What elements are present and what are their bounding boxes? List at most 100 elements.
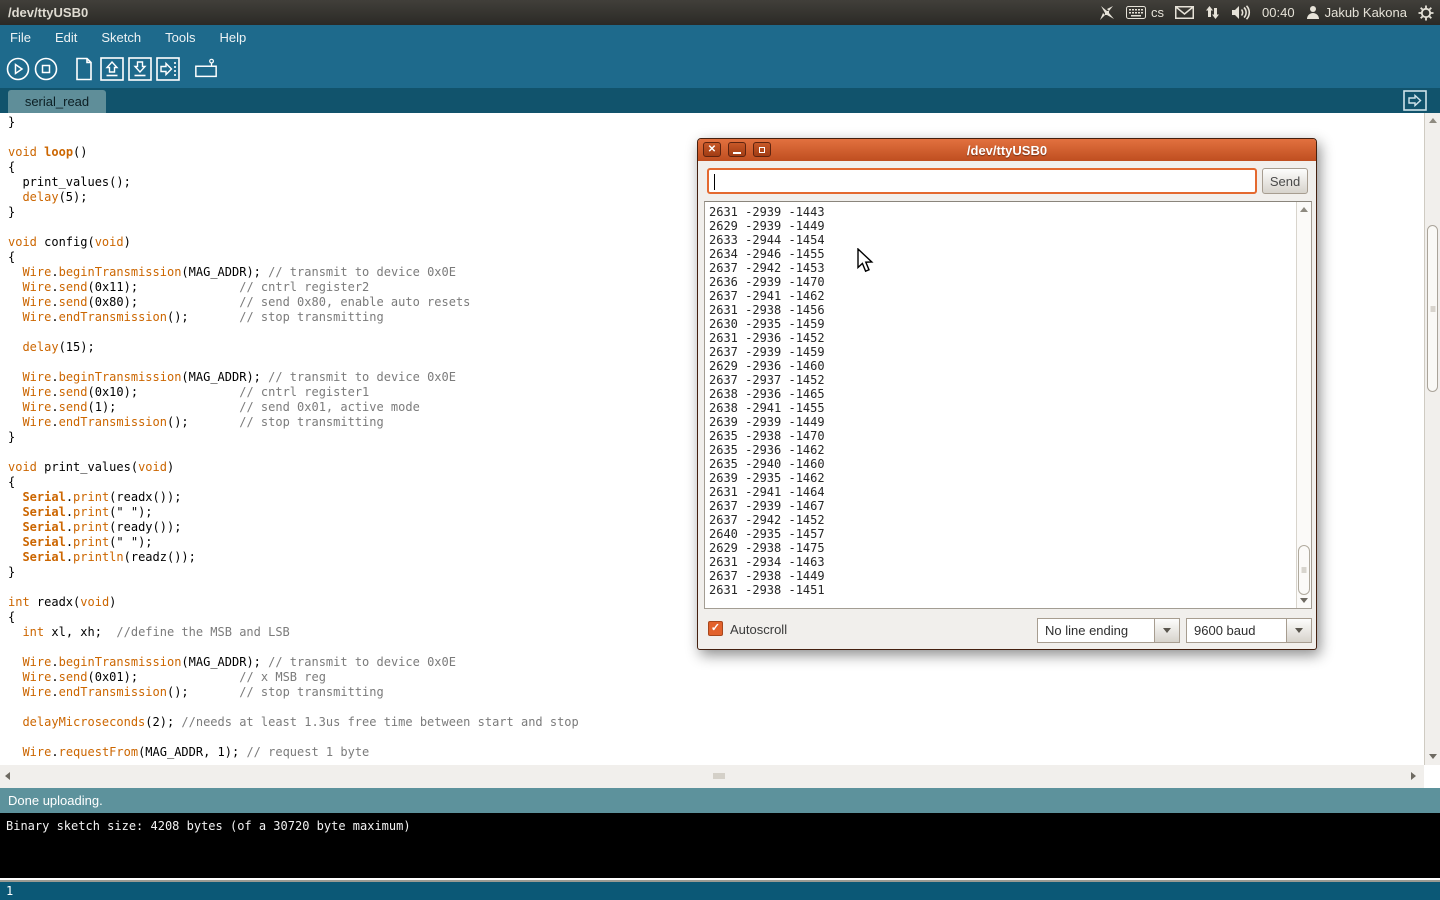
serial-data-row: 2636 -2939 -1470 [709,275,1311,289]
line-ending-dropdown[interactable]: No line ending [1037,618,1180,643]
serial-output-area[interactable]: 2631 -2939 -14432629 -2939 -14492633 -29… [704,201,1312,609]
serial-data-row: 2629 -2936 -1460 [709,359,1311,373]
code-line: Wire.send(0x01); // x MSB reg [8,670,1424,685]
serial-scroll-down-icon[interactable] [1300,598,1308,603]
keyboard-icon [1126,6,1146,19]
pinwheel-icon[interactable] [1099,5,1115,21]
open-button[interactable] [100,57,124,81]
autoscroll-label: Autoscroll [730,622,787,637]
system-tray: cs 00:40 Jakub Kakona [1099,0,1434,25]
serial-data-row: 2629 -2939 -1449 [709,219,1311,233]
serial-window-title: /dev/ttyUSB0 [967,143,1047,158]
tab-arrow-icon [1403,90,1427,111]
serial-data-row: 2631 -2938 -1451 [709,583,1311,597]
menu-item-edit[interactable]: Edit [55,30,77,45]
chevron-down-icon [1163,628,1171,633]
serial-send-row: Send [698,161,1316,203]
minimize-icon[interactable] [728,142,746,157]
serial-data-row: 2633 -2944 -1454 [709,233,1311,247]
serial-data-row: 2637 -2937 -1452 [709,373,1311,387]
scroll-right-arrow-icon[interactable] [1411,772,1416,780]
serial-scroll-thumb[interactable] [1298,545,1310,595]
serial-data-row: 2638 -2941 -1455 [709,401,1311,415]
serial-data-row: 2631 -2939 -1443 [709,205,1311,219]
user-menu[interactable]: Jakub Kakona [1306,5,1407,20]
top-panel: /dev/ttyUSB0 cs 00:40 Jaku [0,0,1440,25]
down-arrow-icon [128,57,152,81]
stop-button[interactable] [34,57,58,81]
serial-data-row: 2631 -2936 -1452 [709,331,1311,345]
editor-vscroll-thumb[interactable] [1427,225,1438,392]
editor-vertical-scrollbar[interactable] [1424,113,1440,765]
serial-data-row: 2637 -2941 -1462 [709,289,1311,303]
mail-icon[interactable] [1175,6,1194,19]
toolbar [0,50,1440,88]
code-line: Wire.beginTransmission(MAG_ADDR); // tra… [8,655,1424,670]
editor-horizontal-scrollbar[interactable] [0,765,1424,788]
serial-data-row: 2639 -2939 -1449 [709,415,1311,429]
panel-window-title: /dev/ttyUSB0 [8,5,88,20]
serial-window-titlebar[interactable]: ✕ /dev/ttyUSB0 [698,139,1316,161]
serial-options-row: ✓ Autoscroll No line ending 9600 baud [698,615,1316,643]
console-text: Binary sketch size: 4208 bytes (of a 307… [6,819,411,833]
volume-icon[interactable] [1231,5,1251,20]
autoscroll-checkbox[interactable]: ✓ [708,621,723,636]
serial-data-row: 2631 -2934 -1463 [709,555,1311,569]
serial-data-row: 2631 -2941 -1464 [709,485,1311,499]
serial-data-row: 2635 -2940 -1460 [709,457,1311,471]
send-button[interactable]: Send [1262,168,1308,194]
save-button[interactable] [128,57,152,81]
line-ending-dropdown-button[interactable] [1154,618,1180,643]
baud-dropdown-button[interactable] [1286,618,1312,643]
chevron-down-icon [1295,628,1303,633]
serial-data-row: 2635 -2938 -1470 [709,429,1311,443]
verify-button[interactable] [6,57,30,81]
user-name-label: Jakub Kakona [1325,5,1407,20]
menu-item-file[interactable]: File [10,30,31,45]
scroll-up-arrow-icon[interactable] [1429,118,1437,123]
scroll-left-arrow-icon[interactable] [5,772,10,780]
serial-scrollbar[interactable] [1296,202,1311,608]
right-arrow-icon [156,57,180,81]
serial-data-row: 2638 -2936 -1465 [709,387,1311,401]
keyboard-layout-indicator[interactable]: cs [1126,5,1164,20]
serial-data-row: 2629 -2938 -1475 [709,541,1311,555]
scroll-down-arrow-icon[interactable] [1429,754,1437,759]
serial-input[interactable] [707,168,1257,194]
screen: /dev/ttyUSB0 cs 00:40 Jaku [0,0,1440,900]
serial-output-text: 2631 -2939 -14432629 -2939 -14492633 -29… [705,202,1311,597]
panel-clock[interactable]: 00:40 [1262,5,1295,20]
serial-data-row: 2631 -2938 -1456 [709,303,1311,317]
serial-data-row: 2630 -2935 -1459 [709,317,1311,331]
code-line [8,730,1424,745]
serial-monitor-button[interactable] [194,57,218,81]
serial-data-row: 2639 -2935 -1462 [709,471,1311,485]
baud-rate-dropdown[interactable]: 9600 baud [1186,618,1312,643]
serial-monitor-window: ✕ /dev/ttyUSB0 Send 2631 -2939 -14432629… [697,138,1317,650]
menu-item-help[interactable]: Help [219,30,246,45]
user-icon [1306,5,1320,20]
menu-item-tools[interactable]: Tools [165,30,195,45]
menu-item-sketch[interactable]: Sketch [101,30,141,45]
serial-data-row: 2637 -2939 -1467 [709,499,1311,513]
tab-strip: serial_read [0,88,1440,113]
code-line [8,700,1424,715]
serial-data-row: 2635 -2936 -1462 [709,443,1311,457]
serial-scroll-up-icon[interactable] [1300,207,1308,212]
serial-data-row: 2634 -2946 -1455 [709,247,1311,261]
tab-serial-read[interactable]: serial_read [8,90,106,113]
network-updown-icon[interactable] [1205,5,1220,20]
new-sketch-button[interactable] [72,57,96,81]
maximize-icon[interactable] [753,142,771,157]
up-arrow-icon [100,57,124,81]
line-number: 1 [6,884,13,898]
upload-button[interactable] [156,57,180,81]
stop-circle-icon [34,57,58,81]
tab-menu-button[interactable] [1403,90,1427,111]
serial-data-row: 2637 -2942 -1452 [709,513,1311,527]
status-message: Done uploading. [8,793,103,808]
status-bar: Done uploading. [0,788,1440,813]
close-icon[interactable]: ✕ [703,142,721,157]
session-gear-icon[interactable] [1418,5,1434,21]
play-circle-icon [6,57,30,81]
